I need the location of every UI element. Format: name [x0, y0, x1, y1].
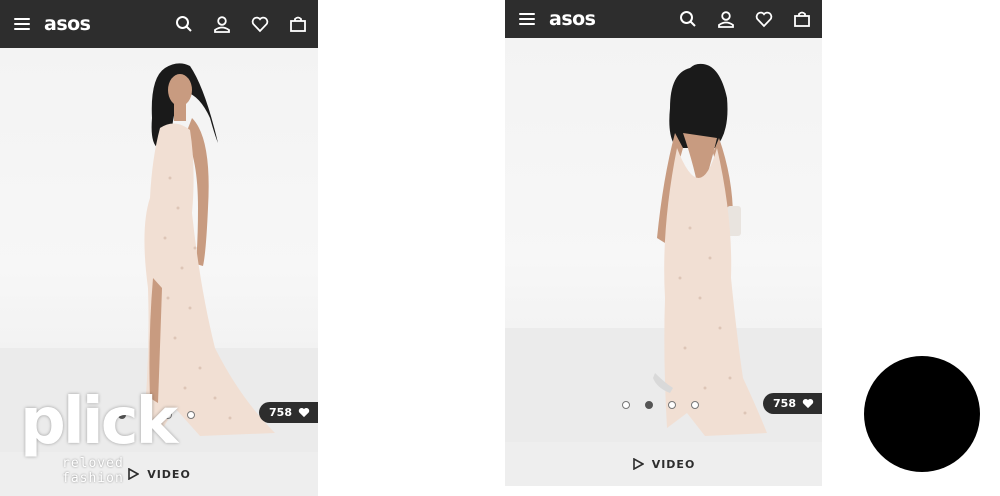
- search-icon[interactable]: [174, 14, 194, 34]
- carousel-dot[interactable]: [645, 401, 653, 409]
- heart-filled-icon: [298, 407, 310, 418]
- header: asos: [505, 0, 822, 38]
- heart-filled-icon: [802, 398, 814, 409]
- carousel-dot[interactable]: [668, 401, 676, 409]
- product-image[interactable]: 758: [505, 38, 822, 442]
- product-screen-back: asos 758 VIDEO: [505, 0, 822, 486]
- play-icon: [632, 458, 644, 470]
- video-label: VIDEO: [651, 457, 696, 471]
- heart-icon[interactable]: [250, 14, 270, 34]
- search-icon[interactable]: [678, 9, 698, 29]
- save-count-button[interactable]: 758: [763, 393, 822, 414]
- asos-logo[interactable]: asos: [44, 13, 91, 35]
- like-count: 758: [269, 406, 292, 419]
- watermark-logo: plick: [20, 385, 178, 459]
- carousel-dot[interactable]: [622, 401, 630, 409]
- save-count-button[interactable]: 758: [259, 402, 318, 423]
- bag-icon[interactable]: [288, 14, 308, 34]
- model-figure: [505, 63, 822, 442]
- menu-icon[interactable]: [14, 18, 30, 30]
- like-count: 758: [773, 397, 796, 410]
- record-button[interactable]: [864, 356, 980, 472]
- heart-icon[interactable]: [754, 9, 774, 29]
- carousel-dot[interactable]: [691, 401, 699, 409]
- video-button[interactable]: VIDEO: [505, 442, 822, 486]
- header: asos: [0, 0, 318, 48]
- account-icon[interactable]: [716, 9, 736, 29]
- carousel-indicator: [622, 401, 699, 409]
- watermark-tagline: reloved fashion: [62, 456, 124, 486]
- carousel-dot[interactable]: [187, 411, 195, 419]
- bag-icon[interactable]: [792, 9, 812, 29]
- product-screen-front: asos 758 VIDEO plick reloved fashion: [0, 0, 318, 496]
- account-icon[interactable]: [212, 14, 232, 34]
- menu-icon[interactable]: [519, 13, 535, 25]
- plick-watermark: plick reloved fashion: [20, 385, 178, 486]
- asos-logo[interactable]: asos: [549, 8, 596, 30]
